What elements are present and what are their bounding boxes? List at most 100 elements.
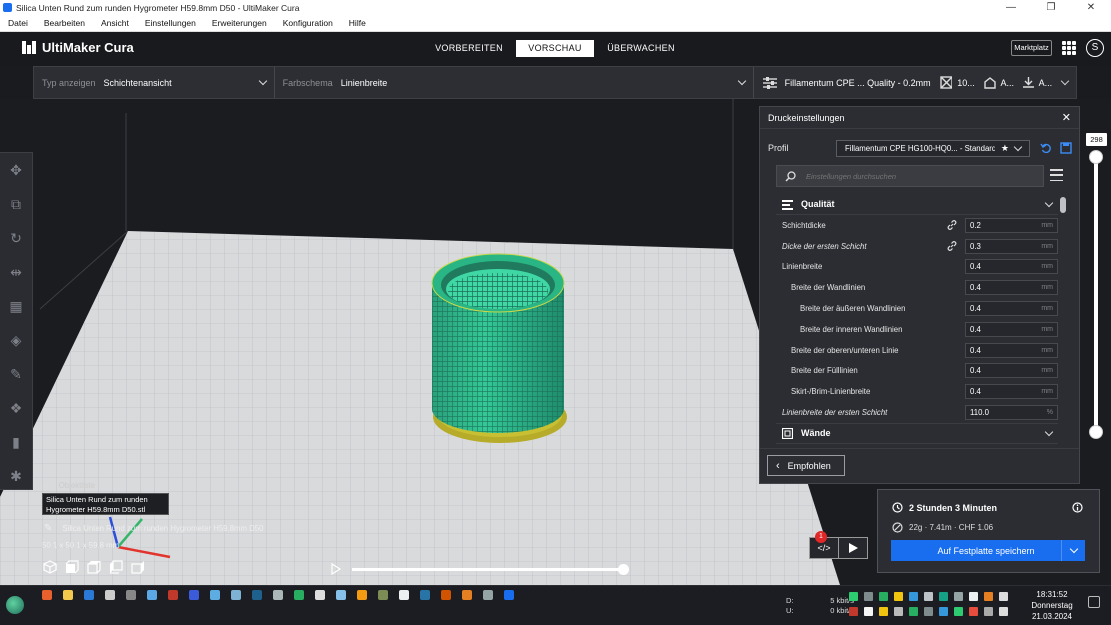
start-button[interactable] <box>6 596 24 614</box>
link-icon[interactable] <box>947 241 957 252</box>
tray-icon[interactable] <box>849 607 858 616</box>
top-view-icon[interactable] <box>87 560 101 574</box>
apps-grid-icon[interactable] <box>1062 41 1076 55</box>
notification-center-icon[interactable] <box>1088 596 1100 608</box>
left-view-icon[interactable] <box>109 560 123 574</box>
tray-icon[interactable] <box>984 607 993 616</box>
setting-input[interactable]: 0.4 mm <box>965 321 1058 337</box>
tray-icon[interactable] <box>864 607 873 616</box>
setting-input[interactable]: 0.3 mm <box>965 238 1058 254</box>
app-icon[interactable] <box>314 590 325 600</box>
front-view-icon[interactable] <box>65 560 79 574</box>
category-walls[interactable]: Wände <box>776 422 1058 444</box>
simulation-slider-track[interactable] <box>352 568 626 571</box>
measure-tool-icon[interactable]: ✎ <box>0 357 32 391</box>
tray-icon[interactable] <box>999 607 1008 616</box>
tray-icon[interactable] <box>999 592 1008 601</box>
tray-icon[interactable] <box>879 607 888 616</box>
preview-play-button[interactable] <box>838 537 868 559</box>
menu-hilfe[interactable]: Hilfe <box>341 18 374 28</box>
setting-input[interactable]: 0.4 mm <box>965 301 1058 317</box>
app-icon[interactable] <box>461 590 472 600</box>
tray-icon[interactable] <box>864 592 873 601</box>
info-icon[interactable] <box>1072 502 1083 513</box>
cylinder-tool-icon[interactable]: ▮ <box>0 425 32 459</box>
setting-input[interactable]: 0.4 mm <box>965 280 1058 296</box>
save-options-dropdown[interactable] <box>1061 540 1085 561</box>
object-list-item[interactable]: ✎ Silica Unten Rund zum runden Hygromete… <box>44 523 263 534</box>
app-icon[interactable] <box>482 590 493 600</box>
tray-icon[interactable] <box>984 592 993 601</box>
reset-icon[interactable] <box>1040 142 1052 154</box>
minimize-button[interactable]: — <box>991 2 1031 13</box>
layer-slider-top-handle[interactable] <box>1089 150 1103 164</box>
app-icon[interactable] <box>419 590 430 600</box>
tab-vorbereiten[interactable]: VORBEREITEN <box>430 40 508 57</box>
support-blocker-icon[interactable]: ◈ <box>0 323 32 357</box>
search-input[interactable] <box>806 171 1026 181</box>
move-tool-icon[interactable]: ✥ <box>0 153 32 187</box>
app-icon[interactable] <box>398 590 409 600</box>
tray-icon[interactable] <box>894 607 903 616</box>
tab-ueberwachen[interactable]: ÜBERWACHEN <box>602 40 680 57</box>
app-icon[interactable] <box>335 590 346 600</box>
app-icon[interactable] <box>104 590 115 600</box>
app-icon[interactable] <box>188 590 199 600</box>
menu-ansicht[interactable]: Ansicht <box>93 18 137 28</box>
tray-icon[interactable] <box>924 592 933 601</box>
app-icon[interactable] <box>209 590 220 600</box>
rotate-tool-icon[interactable]: ↻ <box>0 221 32 255</box>
setting-input[interactable]: 0.4 mm <box>965 384 1058 400</box>
menu-bearbeiten[interactable]: Bearbeiten <box>36 18 93 28</box>
system-clock[interactable]: 18:31:52 Donnerstag 21.03.2024 <box>1030 589 1074 622</box>
tray-icon[interactable] <box>909 592 918 601</box>
app-icon[interactable] <box>230 590 241 600</box>
app-icon[interactable] <box>356 590 367 600</box>
tray-icon[interactable] <box>939 607 948 616</box>
print-setup-selector[interactable]: Fillamentum CPE ... Quality - 0.2mm 10..… <box>754 67 1076 98</box>
per-model-settings-icon[interactable]: ▦ <box>0 289 32 323</box>
app-icon[interactable] <box>125 590 136 600</box>
save-to-disk-button[interactable]: Auf Festplatte speichern <box>891 540 1085 561</box>
app-icon[interactable] <box>272 590 283 600</box>
link-icon[interactable] <box>947 220 957 231</box>
tray-icon[interactable] <box>939 592 948 601</box>
setting-input[interactable]: 0.4 mm <box>965 342 1058 358</box>
explorer-icon[interactable] <box>62 590 73 600</box>
settings-visibility-menu-icon[interactable] <box>1050 169 1063 181</box>
app-icon[interactable] <box>293 590 304 600</box>
color-scheme-select[interactable]: Farbschema Linienbreite <box>275 67 754 98</box>
app-icon[interactable] <box>440 590 451 600</box>
menu-erweiterungen[interactable]: Erweiterungen <box>204 18 275 28</box>
close-icon[interactable]: ✕ <box>1062 111 1071 124</box>
mirror-tool-icon[interactable]: ⇹ <box>0 255 32 289</box>
scale-tool-icon[interactable]: ⧉ <box>0 187 32 221</box>
setting-input[interactable]: 0.4 mm <box>965 259 1058 275</box>
layer-slider-track[interactable] <box>1094 157 1098 432</box>
layer-slider-bottom-handle[interactable] <box>1089 425 1103 439</box>
account-avatar[interactable]: S <box>1086 39 1104 57</box>
firefox-icon[interactable] <box>41 590 52 600</box>
tray-icon[interactable] <box>954 592 963 601</box>
tab-vorschau[interactable]: VORSCHAU <box>516 40 594 57</box>
menu-konfiguration[interactable]: Konfiguration <box>275 18 341 28</box>
cura-taskbar-icon[interactable] <box>503 590 514 600</box>
close-window-button[interactable]: ✕ <box>1071 2 1111 13</box>
marketplace-button[interactable]: Marktplatz <box>1011 40 1052 56</box>
tray-icon[interactable] <box>879 592 888 601</box>
settings-search[interactable] <box>776 165 1044 187</box>
tray-icon[interactable] <box>969 607 978 616</box>
scrollbar-thumb[interactable] <box>1060 197 1066 213</box>
category-quality[interactable]: Qualität <box>776 194 1058 215</box>
menu-datei[interactable]: Datei <box>0 18 36 28</box>
tray-icon[interactable] <box>849 592 858 601</box>
setting-input[interactable]: 0.2 mm <box>965 217 1058 233</box>
right-view-icon[interactable] <box>131 560 145 574</box>
save-profile-icon[interactable] <box>1060 142 1072 154</box>
layer-number-field[interactable]: 298 <box>1086 133 1107 146</box>
tray-icon[interactable] <box>924 607 933 616</box>
3d-view-icon[interactable] <box>43 560 57 574</box>
menu-einstellungen[interactable]: Einstellungen <box>137 18 204 28</box>
app-icon[interactable] <box>167 590 178 600</box>
object-list-header[interactable]: ⌄ Objektliste <box>42 481 95 490</box>
